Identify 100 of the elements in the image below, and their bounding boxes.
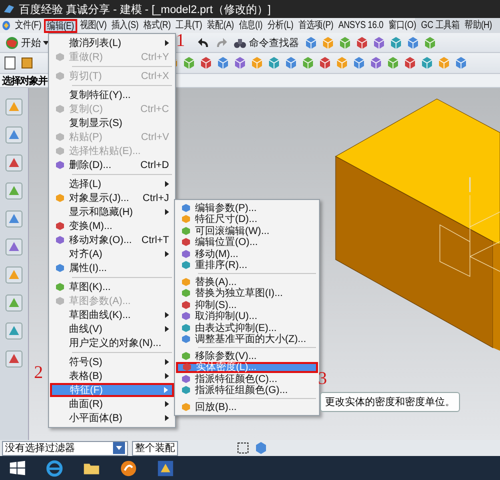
menu-bar-item[interactable]: 视图(V) — [77, 18, 110, 32]
cube-icon — [181, 214, 191, 224]
menu-item[interactable]: 删除(D)... Ctrl+D — [50, 158, 174, 172]
undo-icon[interactable] — [197, 36, 211, 50]
filter-dropdown[interactable]: 没有选择过滤器 — [2, 440, 128, 456]
cube-icon[interactable] — [318, 56, 332, 70]
cube-icon[interactable] — [406, 36, 420, 50]
menu-item[interactable]: 选择(L) — [50, 177, 174, 191]
menu-item[interactable]: 复制显示(S) — [50, 116, 174, 130]
menu-bar-item[interactable]: ANSYS 16.0 — [336, 18, 386, 32]
cube-icon[interactable] — [389, 36, 403, 50]
tool-icon[interactable] — [5, 238, 23, 256]
menu-item[interactable]: 替换(A)... — [176, 276, 318, 288]
menu-item[interactable]: 草图(K)... — [50, 280, 174, 294]
tool-icon[interactable] — [5, 182, 23, 200]
cube-icon[interactable] — [199, 56, 213, 70]
menu-item[interactable]: 编辑参数(P)... — [176, 202, 318, 214]
scope-dropdown[interactable]: 整个装配 — [132, 440, 178, 456]
tool-icon[interactable] — [5, 154, 23, 172]
menu-item[interactable]: 调整基准平面的大小(Z)... — [176, 334, 318, 345]
menu-item[interactable]: 属性(I)... — [50, 261, 174, 275]
cube-icon[interactable] — [250, 56, 264, 70]
cube-icon[interactable] — [284, 56, 298, 70]
menu-bar-item[interactable]: 首选项(P) — [296, 18, 336, 32]
menu-bar-item[interactable]: 信息(I) — [236, 18, 265, 32]
menu-item[interactable]: 表格(B) — [50, 369, 174, 383]
menu-bar-item[interactable]: 编辑(E) — [44, 18, 78, 32]
cube-icon[interactable] — [352, 56, 366, 70]
menu-item[interactable]: 用户定义的对象(N)... — [50, 336, 174, 350]
menu-bar-item[interactable]: 文件(F) — [12, 18, 44, 32]
menu-bar-item[interactable]: 分析(L) — [265, 18, 296, 32]
tool-icon[interactable] — [5, 98, 23, 116]
menu-bar-item[interactable]: 窗口(O) — [386, 18, 419, 32]
cube-icon[interactable] — [403, 56, 417, 70]
menu-bar-item[interactable]: 工具(T) — [173, 18, 205, 32]
menu-bar-item[interactable]: 帮助(H) — [462, 18, 494, 32]
cube-icon[interactable] — [267, 56, 281, 70]
menu-item[interactable]: 抑制(S)... — [176, 299, 318, 310]
menu-item[interactable]: 符号(S) — [50, 355, 174, 369]
menu-item[interactable]: 对齐(A) — [50, 247, 174, 261]
cube-icon[interactable] — [182, 56, 196, 70]
menu-item[interactable]: 移动(M)... — [176, 248, 318, 260]
menu-item[interactable]: 取消抑制(U)... — [176, 310, 318, 322]
command-finder-button[interactable]: 命令查找器 — [231, 34, 301, 51]
tool-icon[interactable] — [5, 294, 23, 312]
menu-item[interactable]: 由表达式抑制(E)... — [176, 322, 318, 334]
menu-bar-item[interactable]: 插入(S) — [109, 18, 141, 32]
menu-item[interactable]: 移除参数(V)... — [176, 350, 318, 362]
cube-icon[interactable] — [369, 56, 383, 70]
menu-item[interactable]: 替换为独立草图(I)... — [176, 288, 318, 299]
menu-item[interactable]: 对象显示(J)... Ctrl+J — [50, 191, 174, 205]
menu-item[interactable]: 指派特征组颜色(G)... — [176, 384, 318, 396]
tool-icon[interactable] — [5, 350, 23, 368]
menu-item[interactable]: 小平面体(B) — [50, 411, 174, 425]
menu-item[interactable]: 复制特征(Y)... — [50, 88, 174, 102]
menu-item[interactable]: 编辑位置(O)... — [176, 236, 318, 248]
app-logo-icon — [2, 20, 11, 31]
cube-icon[interactable] — [216, 56, 230, 70]
menu-item[interactable]: 可回滚编辑(W)... — [176, 225, 318, 236]
menu-bar-item[interactable]: 装配(A) — [204, 18, 236, 32]
menu-item[interactable]: 指派特征颜色(C)... — [176, 373, 318, 384]
book-icon[interactable] — [20, 56, 34, 70]
swirl-app-icon[interactable] — [119, 458, 138, 478]
windows-logo-icon[interactable] — [8, 458, 27, 478]
cube-icon[interactable] — [372, 36, 386, 50]
cad-app-icon[interactable] — [156, 458, 175, 478]
menu-item[interactable]: 撤消列表(L) — [50, 36, 174, 50]
cube-icon[interactable] — [338, 36, 352, 50]
cube-icon — [181, 311, 191, 322]
new-file-icon[interactable] — [3, 56, 17, 70]
tool-icon[interactable] — [5, 266, 23, 284]
menu-item[interactable]: 草图曲线(K)... — [50, 308, 174, 322]
menu-item[interactable]: 特征尺寸(D)... — [176, 214, 318, 225]
cube-icon[interactable] — [454, 56, 468, 70]
tool-icon[interactable] — [5, 126, 23, 144]
menu-item[interactable]: 移动对象(O)... Ctrl+T — [50, 233, 174, 247]
cube-icon[interactable] — [420, 56, 434, 70]
cube-icon[interactable] — [301, 56, 315, 70]
cube-icon — [181, 374, 191, 384]
menu-item[interactable]: 曲面(R) — [50, 397, 174, 411]
cube-icon — [181, 276, 191, 287]
tool-icon[interactable] — [5, 322, 23, 340]
cube-icon[interactable] — [355, 36, 369, 50]
cube-icon[interactable] — [321, 36, 335, 50]
menu-item[interactable]: 重排序(R)... — [176, 260, 318, 271]
browser-icon[interactable] — [45, 458, 64, 478]
cube-icon[interactable] — [335, 56, 349, 70]
cube-icon[interactable] — [386, 56, 400, 70]
menu-bar-item[interactable]: GC 工具箱 — [418, 18, 462, 32]
menu-item[interactable]: 曲线(V) — [50, 322, 174, 336]
cube-icon[interactable] — [423, 36, 437, 50]
menu-bar-item[interactable]: 格式(R) — [140, 18, 174, 32]
cube-icon[interactable] — [233, 56, 247, 70]
selection-box-icon[interactable] — [236, 441, 250, 455]
menu-item[interactable]: 回放(B)... — [176, 401, 318, 412]
cube-icon[interactable] — [304, 36, 318, 50]
menu-item[interactable]: 变换(M)... — [50, 219, 174, 233]
menu-item[interactable]: 显示和隐藏(H) — [50, 205, 174, 219]
tool-icon[interactable] — [5, 210, 23, 228]
cube-icon[interactable] — [437, 56, 451, 70]
